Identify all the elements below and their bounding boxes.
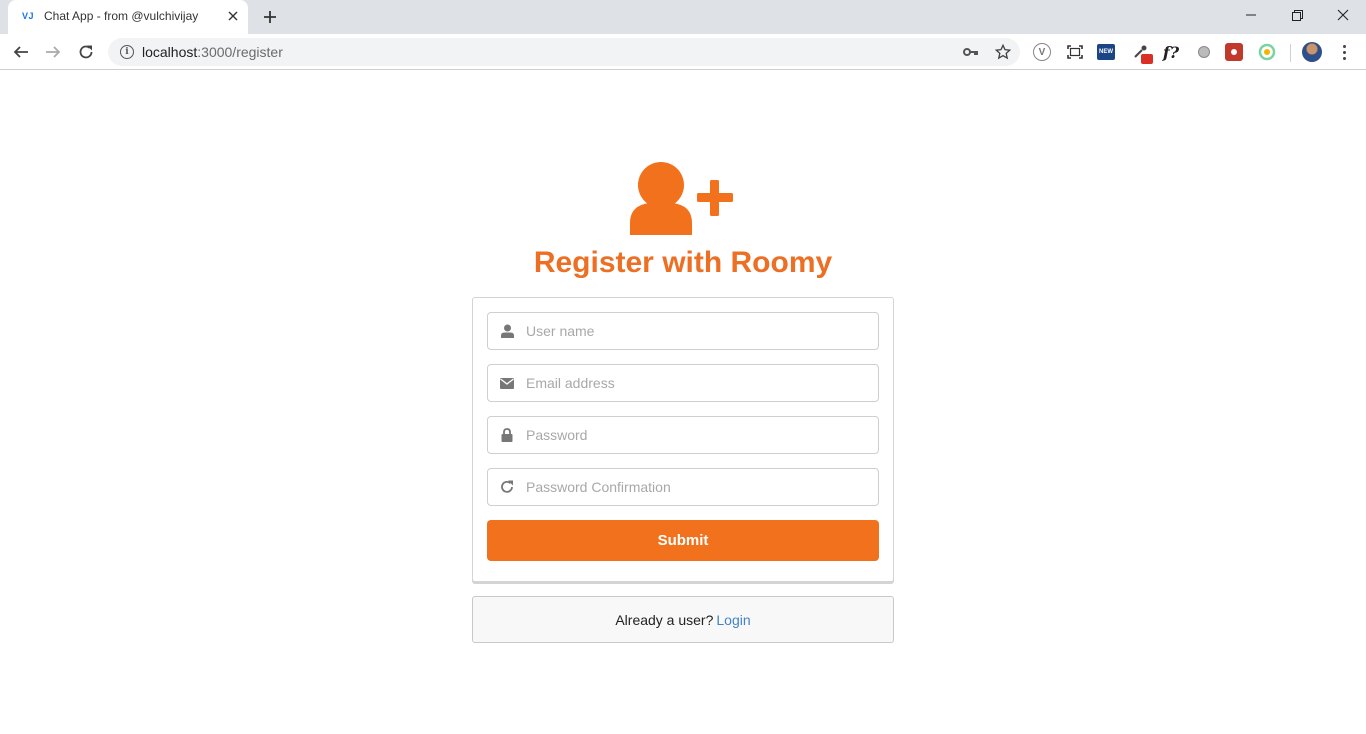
login-link[interactable]: Login (716, 612, 750, 628)
password-input[interactable] (526, 417, 866, 453)
refresh-icon (500, 480, 514, 494)
window-restore-button[interactable] (1274, 0, 1320, 30)
page-title: Register with Roomy (533, 246, 833, 279)
envelope-icon (500, 376, 514, 390)
tab-favicon-icon: VJ (22, 11, 35, 21)
password-field[interactable] (487, 416, 879, 454)
user-icon (500, 324, 514, 338)
back-button[interactable] (8, 40, 34, 64)
new-tab-button[interactable] (258, 6, 282, 28)
extension-v-icon[interactable]: V (1033, 43, 1051, 61)
reload-button[interactable] (73, 40, 99, 64)
bookmark-star-icon[interactable] (994, 43, 1012, 61)
register-form: Submit (472, 297, 894, 582)
submit-button[interactable]: Submit (487, 520, 879, 561)
login-prompt-message: Already a user? Login (472, 596, 894, 643)
username-field[interactable] (487, 312, 879, 350)
news-extension-icon[interactable]: NEW (1097, 44, 1115, 60)
site-info-icon[interactable]: i (120, 45, 134, 59)
browser-menu-icon[interactable] (1334, 41, 1354, 63)
browser-toolbar: i localhost:3000/register V NEW f? (0, 34, 1366, 70)
url-path: :3000/register (197, 44, 283, 60)
password-confirmation-input[interactable] (526, 469, 866, 505)
browser-tab-strip: VJ Chat App - from @vulchivijay (0, 0, 1366, 34)
window-minimize-button[interactable] (1228, 0, 1274, 30)
profile-avatar[interactable] (1302, 42, 1322, 62)
add-user-icon (630, 162, 733, 235)
forward-button[interactable] (40, 40, 66, 64)
toolbar-separator (1290, 44, 1291, 62)
red-extension-icon[interactable] (1225, 43, 1243, 61)
ring-extension-icon[interactable] (1257, 42, 1277, 62)
circle-extension-icon[interactable] (1194, 42, 1214, 62)
key-icon[interactable] (962, 43, 980, 61)
browser-tab[interactable]: VJ Chat App - from @vulchivijay (8, 0, 248, 34)
extension-badge (1141, 54, 1153, 64)
address-bar[interactable]: i localhost:3000/register (108, 38, 1020, 66)
password-confirmation-field[interactable] (487, 468, 879, 506)
url-text: localhost:3000/register (142, 44, 283, 60)
email-input[interactable] (526, 365, 866, 401)
font-detector-icon[interactable]: f? (1161, 42, 1181, 62)
email-field[interactable] (487, 364, 879, 402)
window-close-button[interactable] (1320, 0, 1366, 30)
username-input[interactable] (526, 313, 866, 349)
tab-title: Chat App - from @vulchivijay (44, 9, 199, 23)
login-prompt-text: Already a user? (615, 611, 714, 628)
tab-close-icon[interactable] (224, 7, 242, 25)
screenshot-frame-icon[interactable] (1065, 42, 1085, 62)
url-host: localhost (142, 44, 198, 60)
lock-icon (500, 428, 514, 442)
